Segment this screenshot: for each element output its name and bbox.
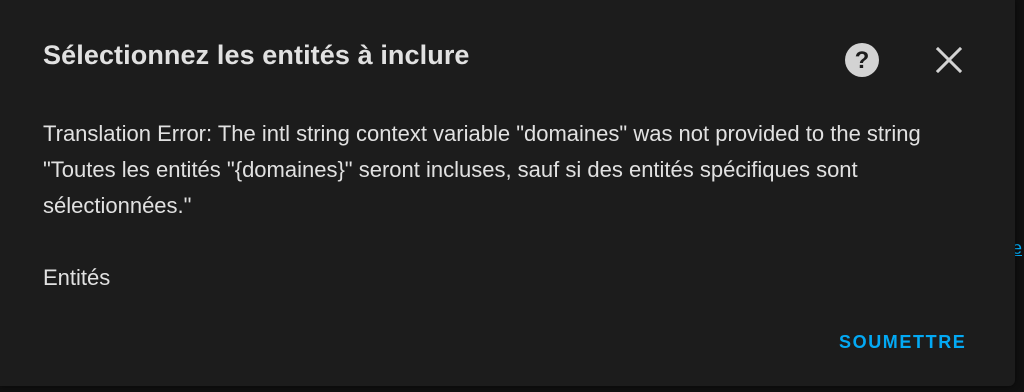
translation-error-message: Translation Error: The intl string conte… bbox=[43, 121, 921, 218]
entities-label: Entités bbox=[43, 265, 111, 290]
submit-button[interactable]: SOUMETTRE bbox=[828, 322, 977, 362]
dialog-title: Sélectionnez les entités à inclure bbox=[43, 40, 470, 70]
entity-selection-dialog: Sélectionnez les entités à inclure ? Tra… bbox=[0, 0, 1015, 386]
svg-text:?: ? bbox=[855, 47, 870, 74]
close-button[interactable] bbox=[927, 40, 971, 84]
close-icon bbox=[935, 46, 963, 78]
help-button[interactable]: ? bbox=[840, 40, 884, 84]
help-circle-icon: ? bbox=[844, 42, 880, 83]
